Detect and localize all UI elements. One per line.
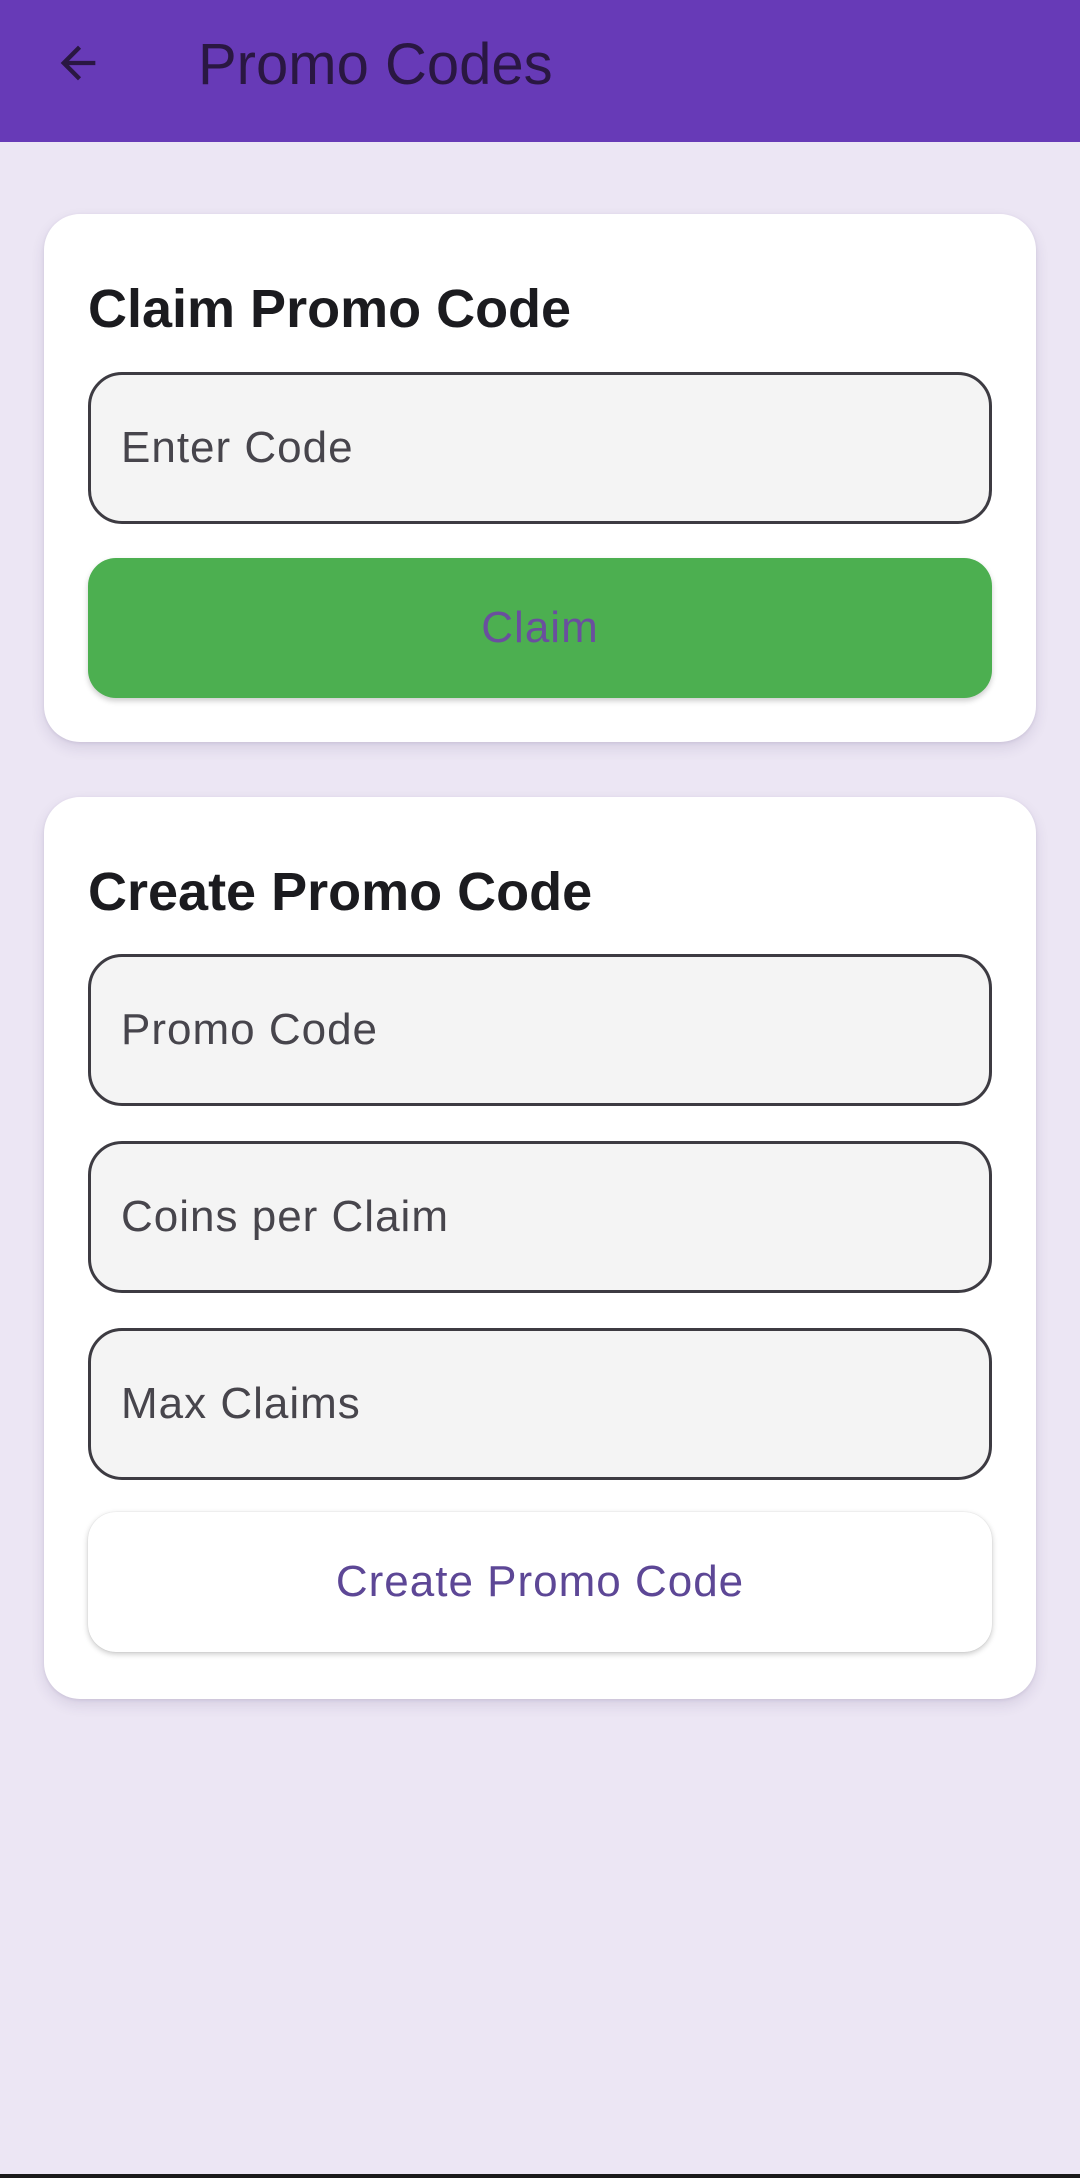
promo-code-input[interactable] <box>88 954 992 1106</box>
app-bar: Promo Codes <box>0 0 1080 142</box>
claim-card-title: Claim Promo Code <box>88 279 572 339</box>
create-card-title: Create Promo Code <box>88 862 593 922</box>
back-button[interactable] <box>40 25 116 101</box>
page-title: Promo Codes <box>198 32 553 97</box>
coins-per-claim-input[interactable] <box>88 1141 992 1293</box>
claim-promo-card: Claim Promo Code Claim <box>44 214 1036 742</box>
max-claims-input[interactable] <box>88 1328 992 1480</box>
promo-codes-screen: Promo Codes Claim Promo Code Claim Creat… <box>0 0 1080 2178</box>
create-promo-code-button[interactable]: Create Promo Code <box>88 1512 992 1652</box>
claim-button[interactable]: Claim <box>88 558 992 698</box>
arrow-back-icon <box>60 45 96 81</box>
bottom-divider <box>0 2174 1080 2178</box>
create-promo-card: Create Promo Code Create Promo Code <box>44 797 1036 1699</box>
enter-code-input[interactable] <box>88 372 992 524</box>
